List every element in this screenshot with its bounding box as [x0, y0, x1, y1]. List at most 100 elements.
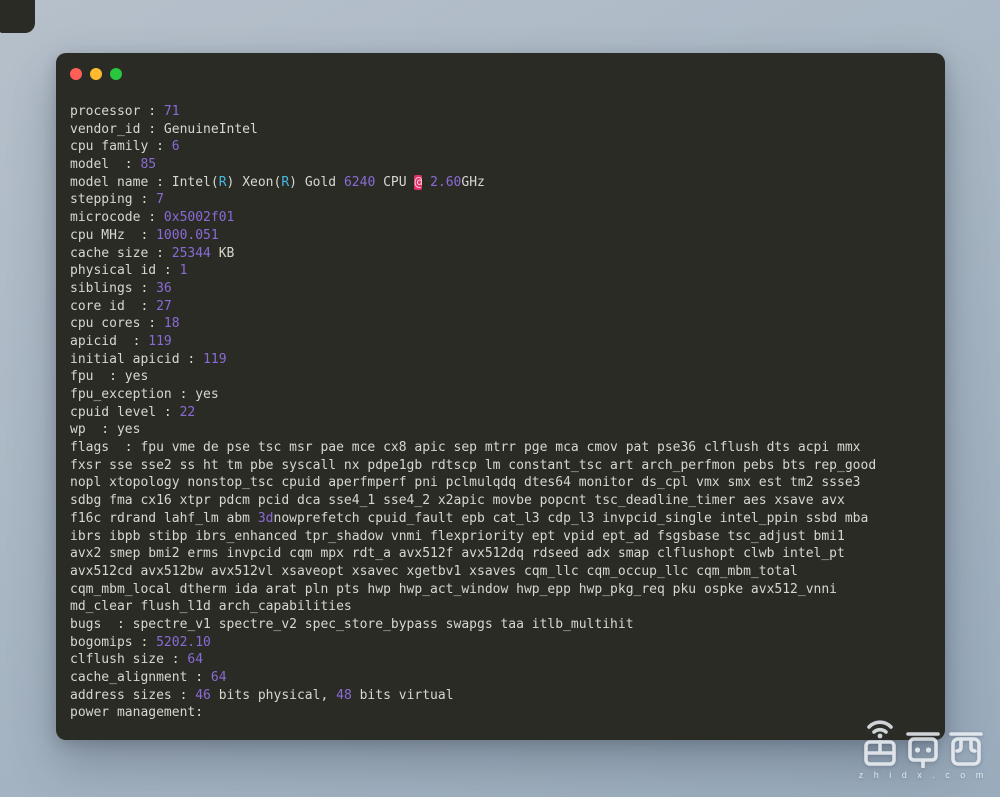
terminal-line: model name : Intel(R) Xeon(R) Gold 6240 …	[70, 174, 937, 192]
terminal-text-segment: 18	[164, 316, 180, 331]
terminal-text-segment: 119	[203, 352, 226, 367]
terminal-line: clflush size : 64	[70, 651, 937, 669]
terminal-text-segment: 36	[156, 281, 172, 296]
terminal-text-segment: model :	[70, 157, 140, 172]
terminal-text-segment: 27	[156, 299, 172, 314]
terminal-text-segment: fpu_exception : yes	[70, 387, 219, 402]
terminal-line: fxsr sse sse2 ss ht tm pbe syscall nx pd…	[70, 457, 937, 475]
terminal-text-segment: wp : yes	[70, 422, 140, 437]
terminal-text-segment: clflush size :	[70, 652, 187, 667]
terminal-text-segment: processor :	[70, 104, 164, 119]
window-titlebar[interactable]	[56, 53, 945, 87]
terminal-text-segment: 6240	[344, 175, 375, 190]
terminal-text-segment: bogomips :	[70, 635, 156, 650]
terminal-window: processor : 71vendor_id : GenuineIntelcp…	[56, 53, 945, 740]
terminal-text-segment: power management:	[70, 705, 203, 720]
terminal-text-segment: siblings :	[70, 281, 156, 296]
terminal-line: nopl xtopology nonstop_tsc cpuid aperfmp…	[70, 474, 937, 492]
terminal-line: apicid : 119	[70, 333, 937, 351]
terminal-text-segment: 48	[336, 688, 352, 703]
terminal-text-segment: ) Gold	[289, 175, 344, 190]
terminal-text-segment: cache_alignment :	[70, 670, 211, 685]
terminal-text-segment: nopl xtopology nonstop_tsc cpuid aperfmp…	[70, 475, 861, 490]
terminal-line: ibrs ibpb stibp ibrs_enhanced tpr_shadow…	[70, 528, 937, 546]
terminal-line: microcode : 0x5002f01	[70, 209, 937, 227]
terminal-text-segment: avx2 smep bmi2 erms invpcid cqm mpx rdt_…	[70, 546, 845, 561]
terminal-line: model : 85	[70, 156, 937, 174]
terminal-text-segment: 2.60	[430, 175, 461, 190]
terminal-text-segment: 46	[195, 688, 211, 703]
terminal-text-segment: bits physical,	[211, 688, 336, 703]
terminal-text-segment: f16c rdrand lahf_lm abm	[70, 511, 258, 526]
terminal-text-segment: sdbg fma cx16 xtpr pdcm pcid dca sse4_1 …	[70, 493, 845, 508]
terminal-text-segment: 85	[140, 157, 156, 172]
terminal-text-segment: cpu MHz :	[70, 228, 156, 243]
zoom-button[interactable]	[110, 68, 122, 80]
terminal-text-segment: 0x5002f01	[164, 210, 234, 225]
terminal-text-segment: physical id :	[70, 263, 180, 278]
xi-glyph-icon	[946, 716, 986, 768]
terminal-line: address sizes : 46 bits physical, 48 bit…	[70, 687, 937, 705]
close-button[interactable]	[70, 68, 82, 80]
terminal-line: cache_alignment : 64	[70, 669, 937, 687]
terminal-line: cpuid level : 22	[70, 404, 937, 422]
terminal-line: md_clear flush_l1d arch_capabilities	[70, 598, 937, 616]
terminal-text-segment: fpu : yes	[70, 369, 148, 384]
terminal-line: siblings : 36	[70, 280, 937, 298]
terminal-text-segment: md_clear flush_l1d arch_capabilities	[70, 599, 352, 614]
terminal-text-segment: cpu family :	[70, 139, 172, 154]
terminal-line: cpu MHz : 1000.051	[70, 227, 937, 245]
terminal-text-segment: bits virtual	[352, 688, 454, 703]
terminal-line: cache size : 25344 KB	[70, 245, 937, 263]
terminal-text-segment: fxsr sse sse2 ss ht tm pbe syscall nx pd…	[70, 458, 876, 473]
terminal-text-segment: address sizes :	[70, 688, 195, 703]
terminal-line: bogomips : 5202.10	[70, 634, 937, 652]
watermark-domain: z h i d x . c o m	[859, 770, 988, 780]
terminal-line: wp : yes	[70, 421, 937, 439]
terminal-line: initial apicid : 119	[70, 351, 937, 369]
terminal-text-segment: 119	[148, 334, 171, 349]
background-window-corner	[0, 0, 35, 33]
terminal-text-segment: apicid :	[70, 334, 148, 349]
terminal-text-segment: initial apicid :	[70, 352, 203, 367]
terminal-line: vendor_id : GenuineIntel	[70, 121, 937, 139]
terminal-line: sdbg fma cx16 xtpr pdcm pcid dca sse4_1 …	[70, 492, 937, 510]
terminal-text-segment: microcode :	[70, 210, 164, 225]
terminal-line: avx2 smep bmi2 erms invpcid cqm mpx rdt_…	[70, 545, 937, 563]
terminal-line: power management:	[70, 704, 937, 722]
terminal-text-segment: 3d	[258, 511, 274, 526]
terminal-text-segment: 71	[164, 104, 180, 119]
terminal-line: physical id : 1	[70, 262, 937, 280]
terminal-line: bugs : spectre_v1 spectre_v2 spec_store_…	[70, 616, 937, 634]
terminal-text-segment: CPU	[375, 175, 414, 190]
terminal-text-segment: GHz	[461, 175, 484, 190]
terminal-text-segment: stepping :	[70, 192, 156, 207]
terminal-line: fpu_exception : yes	[70, 386, 937, 404]
zhi-glyph-wifi-icon	[860, 716, 900, 768]
terminal-line: processor : 71	[70, 103, 937, 121]
terminal-line: f16c rdrand lahf_lm abm 3dnowprefetch cp…	[70, 510, 937, 528]
terminal-text-segment: avx512cd avx512bw avx512vl xsaveopt xsav…	[70, 564, 798, 579]
terminal-text-segment: cqm_mbm_local dtherm ida arat pln pts hw…	[70, 582, 837, 597]
terminal-text-segment: vendor_id : GenuineIntel	[70, 122, 258, 137]
terminal-text-segment: KB	[211, 246, 234, 261]
terminal-text-segment: 6	[172, 139, 180, 154]
dong-glyph-icon	[903, 716, 943, 768]
terminal-text-segment: cpuid level :	[70, 405, 180, 420]
terminal-text-segment: R	[219, 175, 227, 190]
terminal-text-segment	[422, 175, 430, 190]
terminal-output[interactable]: processor : 71vendor_id : GenuineIntelcp…	[70, 103, 937, 728]
terminal-text-segment: 7	[156, 192, 164, 207]
terminal-text-segment: ) Xeon(	[227, 175, 282, 190]
terminal-text-segment: bugs : spectre_v1 spectre_v2 spec_store_…	[70, 617, 634, 632]
terminal-text-segment: 64	[187, 652, 203, 667]
terminal-text-segment: 22	[180, 405, 196, 420]
terminal-line: flags : fpu vme de pse tsc msr pae mce c…	[70, 439, 937, 457]
terminal-text-segment: nowprefetch cpuid_fault epb cat_l3 cdp_l…	[274, 511, 869, 526]
minimize-button[interactable]	[90, 68, 102, 80]
zhidx-logo	[860, 716, 986, 768]
terminal-text-segment: cpu cores :	[70, 316, 164, 331]
terminal-line: avx512cd avx512bw avx512vl xsaveopt xsav…	[70, 563, 937, 581]
terminal-text-segment: 64	[211, 670, 227, 685]
terminal-line: fpu : yes	[70, 368, 937, 386]
